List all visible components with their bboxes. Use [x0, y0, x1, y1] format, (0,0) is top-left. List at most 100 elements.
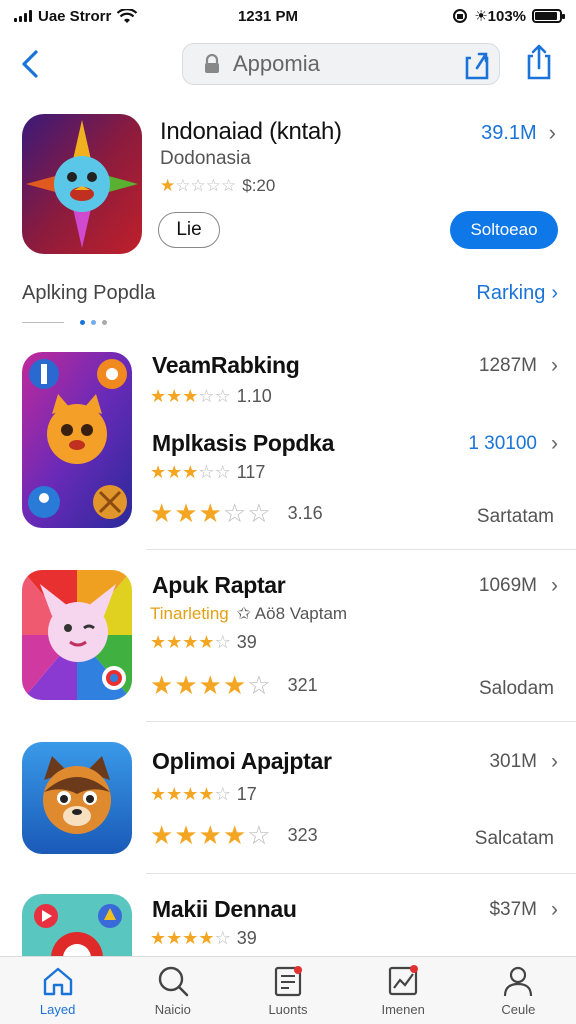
rating-text: 17 [236, 784, 257, 804]
app-status: Sartatam [476, 506, 554, 527]
star-filled-icon: ★ [222, 820, 248, 850]
app-big-rating: ★★★☆☆ 3.16 [150, 498, 323, 529]
chevron-right-icon: › [551, 750, 558, 773]
chart-icon [389, 965, 419, 996]
star-filled-icon: ★ [198, 928, 215, 948]
like-button[interactable]: Lie [158, 212, 220, 248]
list-item[interactable]: Makii Dennau $37M › ★★★★☆ 39 [22, 894, 558, 956]
star-filled-icon: ★ [150, 928, 167, 948]
star-filled-icon: ★ [198, 498, 223, 528]
rating-text: 39 [236, 928, 257, 948]
status-bar: Uae Strorr 1231 PM ☀103% [0, 0, 576, 32]
app-big-rating: ★★★★☆ 323 [150, 820, 318, 851]
star-filled-icon: ★ [150, 462, 167, 482]
section-title: Aplking Popdla [22, 281, 156, 304]
share-icon[interactable] [462, 44, 492, 84]
url-text: Appomia [233, 51, 320, 76]
featured-app-size[interactable]: 39.1M › [481, 120, 556, 146]
nav-bar: Appomia [0, 40, 576, 88]
tab-label: Luonts [268, 1002, 308, 1017]
star-empty-icon: ☆ [247, 498, 272, 528]
battery-percent: ☀103% [474, 8, 526, 25]
signal-icon [14, 10, 32, 22]
app-size-value: $37M [489, 899, 537, 920]
tab-search[interactable]: Naicio [123, 964, 223, 1017]
star-filled-icon: ★ [182, 462, 199, 482]
list-item[interactable]: Oplimoi Apajptar 301M › ★★★★☆ 17 ★★★★☆ 3… [22, 742, 558, 862]
app-size: 1287M › [479, 354, 558, 378]
star-empty-icon: ☆ [214, 784, 231, 804]
star-rating-icons: ★★★☆☆ [150, 498, 272, 529]
ranking-link[interactable]: Rarking › [476, 282, 558, 305]
tab-bar: Layed Naicio Luonts Imenen Ceule [0, 956, 576, 1024]
app-tagline-text: Tinarleting [150, 604, 229, 623]
upload-share-icon[interactable] [524, 42, 554, 82]
star-rating-icons: ★☆☆☆☆ [160, 176, 236, 196]
page-dot [80, 320, 85, 325]
wifi-icon [117, 8, 138, 23]
app-icon-cat [22, 352, 132, 528]
featured-app: Indonaiad (kntah) Dodonasia ★☆☆☆☆ $:20 3… [22, 114, 562, 254]
home-icon [43, 967, 72, 996]
chevron-right-icon: › [551, 574, 558, 597]
app-name: Apuk Raptar [152, 572, 286, 598]
url-bar[interactable]: Appomia [182, 43, 500, 85]
tab-label: Ceule [501, 1002, 536, 1017]
star-empty-icon: ☆ [247, 670, 272, 700]
app-tagline: Tinarleting ✩ Aö8 Vaptam [150, 604, 347, 624]
app-icon-fox [22, 570, 132, 700]
star-filled-icon: ★ [182, 784, 199, 804]
star-empty-icon: ☆ [198, 386, 215, 406]
app-size-value: 1287M [478, 355, 537, 376]
star-rating-icons: ★★★★☆ [150, 632, 231, 653]
list-item[interactable]: Apuk Raptar 1069M › Tinarleting ✩ Aö8 Vap… [22, 570, 558, 710]
featured-app-icon[interactable] [22, 114, 142, 254]
app-size-value: 1069M [478, 575, 537, 596]
star-filled-icon: ★ [182, 632, 199, 652]
document-icon [274, 966, 302, 997]
app-rating: ★★★★☆ 39 [150, 632, 257, 653]
battery-icon [532, 9, 565, 23]
list-item[interactable]: VeamRabking 1287M › ★★★☆☆ 1.10 Mplkasis … [22, 352, 558, 532]
tab-charts[interactable]: Imenen [353, 964, 453, 1017]
star-filled-icon: ★ [182, 386, 199, 406]
star-filled-icon: ★ [160, 176, 176, 195]
star-filled-icon: ★ [150, 820, 175, 850]
star-filled-icon: ★ [198, 784, 215, 804]
star-filled-icon: ★ [174, 498, 199, 528]
star-empty-icon: ☆ [221, 176, 237, 195]
page-indicator [22, 320, 107, 325]
page-dot [102, 320, 107, 325]
get-button[interactable]: Soltoeao [450, 211, 558, 249]
star-filled-icon: ★ [150, 386, 167, 406]
back-chevron-icon[interactable] [16, 44, 46, 84]
divider [146, 721, 576, 722]
chevron-right-icon: › [551, 354, 558, 377]
person-icon [504, 966, 533, 997]
app-size: 301M › [489, 750, 558, 774]
orientation-lock-icon [453, 9, 468, 23]
tab-label: Imenen [381, 1002, 425, 1017]
tab-label: Naicio [154, 1002, 191, 1017]
star-empty-icon: ☆ [214, 462, 231, 482]
status-time: 1231 PM [237, 7, 299, 25]
app-size: $37M › [489, 898, 558, 922]
app-icon-dog [22, 742, 132, 854]
tab-label: Layed [39, 1002, 76, 1017]
tab-documents[interactable]: Luonts [238, 964, 338, 1017]
search-icon [158, 966, 189, 997]
star-rating-icons: ★★★★☆ [150, 928, 231, 949]
app-name: VeamRabking [152, 352, 300, 378]
app-name: Makii Dennau [152, 896, 297, 922]
star-empty-icon: ☆ [222, 498, 248, 528]
star-filled-icon: ★ [198, 820, 223, 850]
carrier-name: Uae Strorr [38, 7, 112, 25]
star-filled-icon: ★ [182, 928, 199, 948]
star-filled-icon: ★ [198, 670, 223, 700]
tab-home[interactable]: Layed [8, 964, 108, 1017]
tab-profile[interactable]: Ceule [468, 964, 568, 1017]
star-empty-icon: ☆ [214, 928, 231, 948]
star-rating-icons: ★★★★☆ [150, 670, 272, 701]
app-size: 1069M › [479, 574, 558, 598]
app-status: Salodam [479, 678, 554, 699]
